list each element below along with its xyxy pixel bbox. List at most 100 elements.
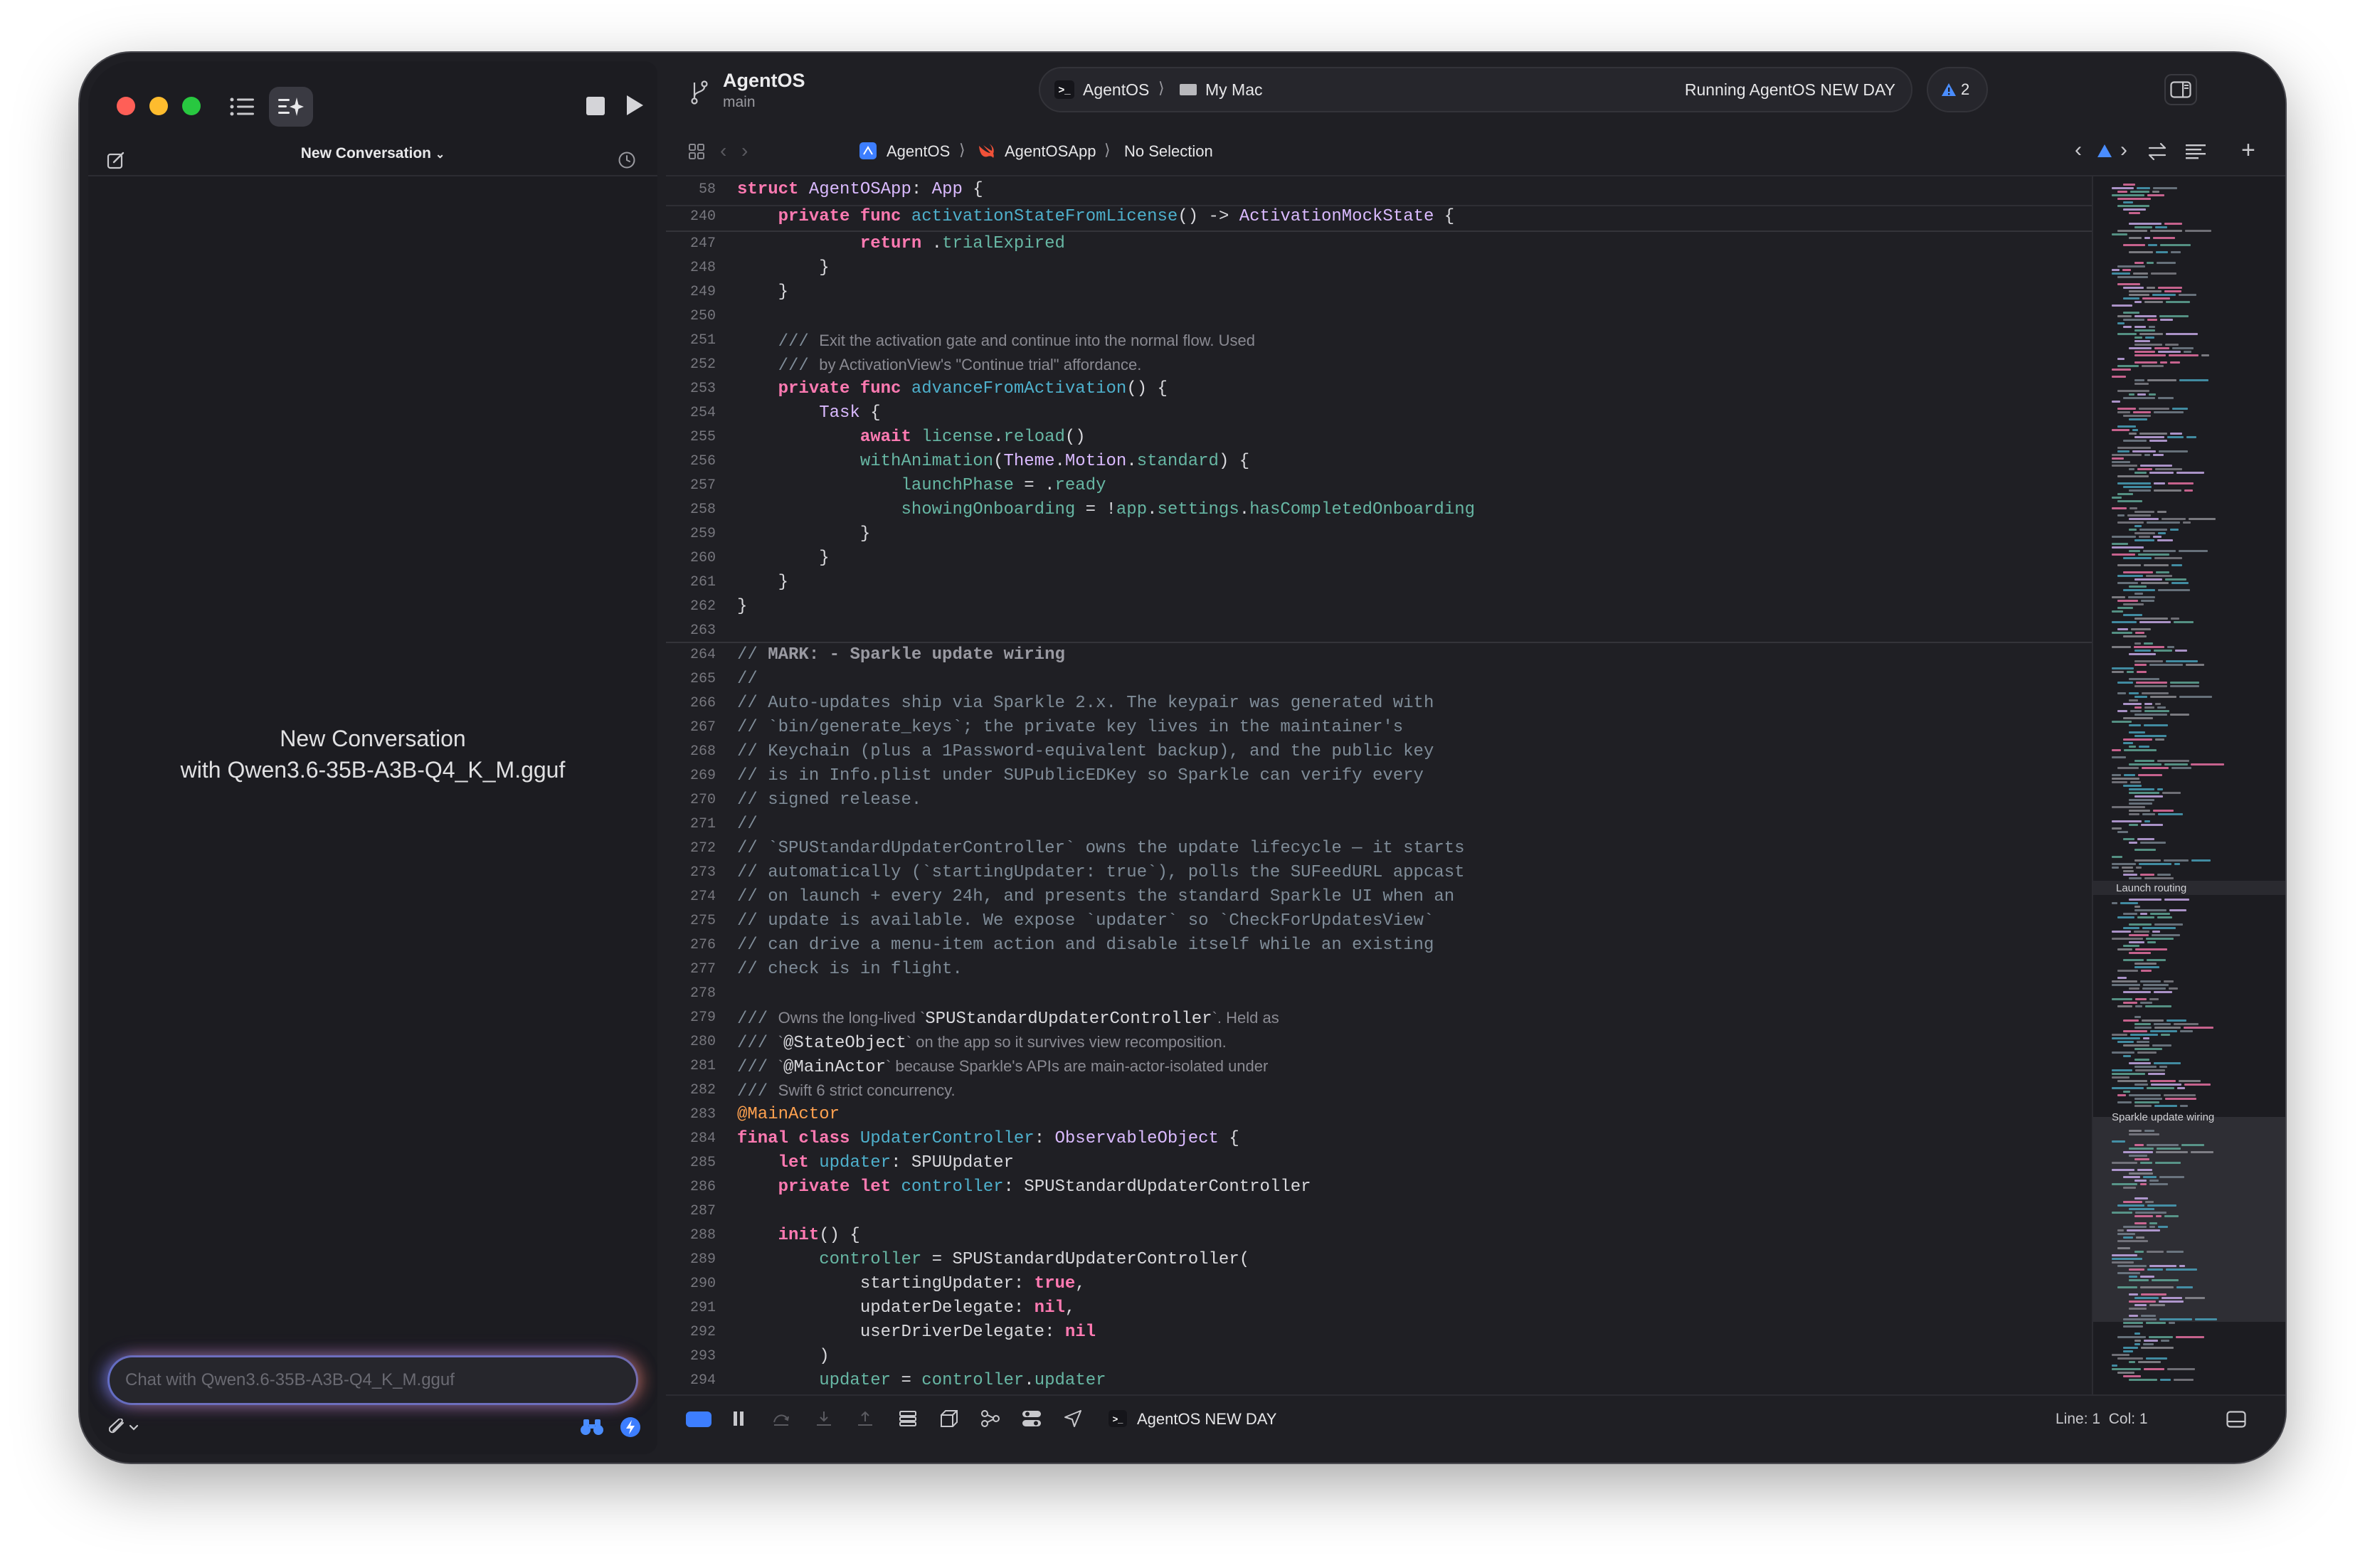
inspector-toggle-icon[interactable] <box>2164 74 2197 105</box>
code-line[interactable]: 248 } <box>666 256 2092 280</box>
forward-chevron-icon[interactable]: › <box>741 139 748 162</box>
code-line[interactable]: 247 return .trialExpired <box>666 232 2092 256</box>
code-line[interactable]: 280 /// `@StateObject` on the app so it s… <box>666 1030 2092 1054</box>
code-line[interactable]: 254 Task { <box>666 401 2092 425</box>
code-line[interactable]: 279 /// Owns the long-lived `SPUStandardU… <box>666 1006 2092 1030</box>
code-line[interactable]: 269 // is in Info.plist under SUPublicEDK… <box>666 764 2092 788</box>
code-line[interactable]: 291 updaterDelegate: nil, <box>666 1296 2092 1320</box>
stop-icon[interactable] <box>583 94 608 118</box>
related-items-grid-icon[interactable] <box>686 141 707 162</box>
previous-issue-icon[interactable]: ‹ <box>2075 138 2082 162</box>
code-line[interactable]: 275 // update is available. We expose `up… <box>666 909 2092 933</box>
add-editor-icon[interactable]: + <box>2241 137 2255 164</box>
code-line[interactable]: 287 <box>666 1199 2092 1224</box>
back-chevron-icon[interactable]: ‹ <box>720 139 726 162</box>
code-line[interactable]: 259 } <box>666 522 2092 546</box>
source-editor[interactable]: 247 return .trialExpired 248 } 249 } 250 251… <box>666 176 2092 1394</box>
code-line[interactable]: 283 @MainActor <box>666 1103 2092 1127</box>
step-into-icon[interactable] <box>813 1407 835 1430</box>
minimap-code-line <box>2149 1265 2176 1267</box>
close-window-button[interactable] <box>117 97 135 115</box>
step-out-icon[interactable] <box>854 1407 877 1430</box>
code-line[interactable]: 260 } <box>666 546 2092 571</box>
code-line[interactable]: 270 // signed release. <box>666 788 2092 812</box>
destination-selector[interactable]: My Mac <box>1205 80 1263 100</box>
code-line[interactable]: 249 } <box>666 280 2092 304</box>
ai-sparkle-icon[interactable] <box>269 87 313 127</box>
code-line[interactable]: 271 // <box>666 812 2092 837</box>
code-line[interactable]: 266 // Auto-updates ship via Sparkle 2.x.… <box>666 692 2092 716</box>
code-line[interactable]: 250 <box>666 304 2092 329</box>
binoculars-icon[interactable] <box>579 1416 605 1439</box>
toggles-icon[interactable] <box>1020 1407 1043 1430</box>
code-line[interactable]: 255 await license.reload() <box>666 425 2092 450</box>
code-line[interactable]: 273 // automatically (`startingUpdater: t… <box>666 861 2092 885</box>
code-line[interactable]: 276 // can drive a menu-item action and d… <box>666 933 2092 958</box>
code-line[interactable]: 265 // <box>666 667 2092 692</box>
sticky-header-line[interactable]: 58 struct AgentOSApp: App { <box>666 178 2092 202</box>
swap-icon[interactable] <box>2146 141 2169 162</box>
minimap-label-sparkle[interactable]: Sparkle update wiring <box>2112 1111 2214 1123</box>
project-name[interactable]: AgentOS <box>723 70 805 92</box>
sticky-header-line[interactable]: 240 private func activationStateFromLice… <box>666 205 2092 229</box>
code-line[interactable]: 294 updater = controller.updater <box>666 1369 2092 1393</box>
code-line[interactable]: 267 // `bin/generate_keys`; the private k… <box>666 716 2092 740</box>
run-icon[interactable] <box>622 92 647 118</box>
code-line[interactable]: 290 startingUpdater: true, <box>666 1272 2092 1296</box>
scheme-selector[interactable]: AgentOS <box>1083 80 1149 100</box>
code-line[interactable]: 288 init() { <box>666 1224 2092 1248</box>
conversation-title-menu[interactable]: New Conversation ⌄ <box>88 145 657 162</box>
code-line[interactable]: 284 final class UpdaterController: Observ… <box>666 1127 2092 1151</box>
breakpoints-toggle-icon[interactable] <box>686 1411 711 1427</box>
code-line[interactable]: 263 <box>666 619 2092 643</box>
simulate-location-icon[interactable] <box>1062 1407 1084 1430</box>
list-icon[interactable] <box>228 92 256 121</box>
code-line[interactable]: 289 controller = SPUStandardUpdaterContr… <box>666 1248 2092 1272</box>
minimap-code-line <box>2134 906 2140 908</box>
code-line[interactable]: 285 let updater: SPUUpdater <box>666 1151 2092 1175</box>
minimap[interactable]: Launch routing Sparkle update wiring <box>2092 176 2285 1394</box>
issues-button[interactable]: 2 <box>1927 67 1988 112</box>
zoom-window-button[interactable] <box>182 97 201 115</box>
code-line[interactable]: 272 // `SPUStandardUpdaterController` own… <box>666 837 2092 861</box>
issue-navigator-warning-icon[interactable] <box>2096 142 2113 159</box>
attachment-menu[interactable] <box>107 1417 142 1439</box>
memory-graph-icon[interactable] <box>938 1407 961 1430</box>
code-line[interactable]: 264 // MARK: - Sparkle update wiring <box>666 643 2092 667</box>
code-line[interactable]: 251 /// Exit the activation gate and con… <box>666 329 2092 353</box>
code-line[interactable]: 253 private func advanceFromActivation()… <box>666 377 2092 401</box>
debug-process-name[interactable]: AgentOS NEW DAY <box>1137 1410 1276 1429</box>
code-line[interactable]: 274 // on launch + every 24h, and present… <box>666 885 2092 909</box>
breadcrumb-symbol[interactable]: No Selection <box>1124 142 1213 161</box>
code-line[interactable]: 293 ) <box>666 1345 2092 1369</box>
code-line[interactable]: 261 } <box>666 571 2092 595</box>
minimap-visible-region[interactable] <box>2093 1117 2285 1322</box>
minimap-code-line <box>2112 820 2142 822</box>
minimap-label-launch-routing[interactable]: Launch routing <box>2116 882 2186 894</box>
editor-options-icon[interactable] <box>2184 141 2207 162</box>
view-hierarchy-icon[interactable] <box>896 1407 919 1430</box>
code-line[interactable]: 292 userDriverDelegate: nil <box>666 1320 2092 1345</box>
breadcrumb-project[interactable]: AgentOS <box>887 142 950 161</box>
code-line[interactable]: 256 withAnimation(Theme.Motion.standard)… <box>666 450 2092 474</box>
code-line[interactable]: 281 /// `@MainActor` because Sparkle's AP… <box>666 1054 2092 1079</box>
code-line[interactable]: 277 // check is in flight. <box>666 958 2092 982</box>
pause-icon[interactable] <box>727 1407 750 1430</box>
environment-overrides-icon[interactable] <box>979 1407 1002 1430</box>
code-line[interactable]: 262} <box>666 595 2092 619</box>
breadcrumb-file[interactable]: AgentOSApp <box>1005 142 1096 161</box>
minimize-window-button[interactable] <box>149 97 168 115</box>
code-line[interactable]: 252 /// by ActivationView's "Continue tr… <box>666 353 2092 377</box>
step-over-icon[interactable] <box>770 1407 793 1430</box>
history-clock-icon[interactable] <box>616 149 637 171</box>
code-line[interactable]: 268 // Keychain (plus a 1Password-equival… <box>666 740 2092 764</box>
code-line[interactable]: 257 launchPhase = .ready <box>666 474 2092 498</box>
code-line[interactable]: 278 <box>666 982 2092 1006</box>
code-line[interactable]: 282 /// Swift 6 strict concurrency. <box>666 1079 2092 1103</box>
code-line[interactable]: 258 showingOnboarding = !app.settings.ha… <box>666 498 2092 522</box>
next-issue-icon[interactable]: › <box>2120 138 2127 162</box>
debug-area-toggle-icon[interactable] <box>2226 1410 2247 1429</box>
send-icon[interactable] <box>619 1416 642 1439</box>
code-line[interactable]: 286 private let controller: SPUStandardU… <box>666 1175 2092 1199</box>
chat-input[interactable] <box>125 1357 623 1403</box>
